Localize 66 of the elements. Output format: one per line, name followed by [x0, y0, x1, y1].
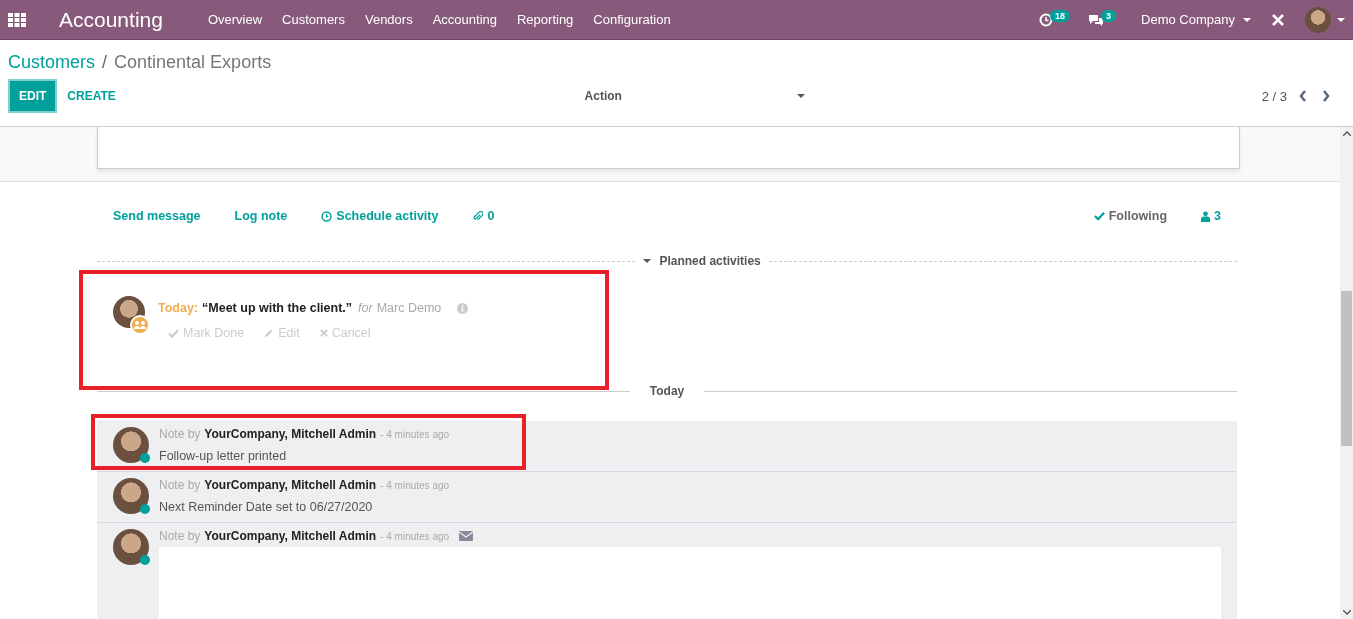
- caret-icon: [796, 94, 805, 98]
- author-avatar: [113, 478, 149, 514]
- action-dropdown[interactable]: Action: [578, 88, 628, 104]
- breadcrumb-separator: /: [102, 52, 108, 73]
- menu-item[interactable]: Vendors: [364, 12, 413, 27]
- scroll-down-icon[interactable]: [1342, 610, 1351, 615]
- scroll-up-icon[interactable]: [1342, 131, 1351, 136]
- app-grid-icon[interactable]: [8, 12, 26, 27]
- schedule-activity-link[interactable]: Schedule activity: [336, 209, 439, 223]
- following-button[interactable]: Following: [1108, 209, 1168, 223]
- menu-item[interactable]: Configuration: [593, 12, 671, 27]
- assignee-name: Marc Demo: [376, 301, 442, 315]
- date-divider-label: Today: [648, 384, 686, 398]
- edit-button[interactable]: EDIT: [8, 79, 58, 113]
- send-message-link[interactable]: Send message: [113, 209, 201, 223]
- envelope-icon: [459, 531, 474, 541]
- author-name: YourCompany, Mitchell Admin: [204, 478, 377, 492]
- previous-icon[interactable]: [1299, 90, 1307, 102]
- menu-item[interactable]: Reporting: [517, 12, 574, 27]
- message-time: - 4 minutes ago: [380, 480, 450, 491]
- people-icon: [130, 315, 150, 335]
- check-icon: [168, 328, 179, 338]
- company-switcher[interactable]: Demo Company: [1141, 12, 1235, 27]
- activity-summary: “Meet up with the client.”: [202, 301, 353, 315]
- close-icon: [319, 329, 328, 337]
- menu-item[interactable]: Accounting: [432, 12, 497, 27]
- author-avatar: [113, 427, 149, 463]
- pencil-icon: [264, 328, 275, 338]
- message-prefix: Note by: [159, 427, 201, 441]
- breadcrumb-current: Continental Exports: [114, 52, 272, 73]
- message-body: Next Reminder Date set to 06/27/2020: [159, 500, 374, 514]
- collapse-caret-icon[interactable]: [643, 259, 652, 263]
- message-time: - 4 minutes ago: [380, 531, 450, 542]
- paperclip-icon: [472, 210, 484, 222]
- scrollbar[interactable]: [1340, 127, 1353, 619]
- message-body: Follow-up letter printed: [159, 449, 288, 463]
- breadcrumb-link[interactable]: Customers: [8, 52, 96, 73]
- for-label: for: [358, 301, 373, 315]
- create-button[interactable]: CREATE: [61, 88, 122, 104]
- message-prefix: Note by: [159, 478, 201, 492]
- person-icon: [1201, 210, 1211, 222]
- chat-icon[interactable]: [1088, 12, 1105, 27]
- pager-counter: 2 / 3: [1261, 88, 1287, 104]
- menu-item[interactable]: Customers: [282, 12, 345, 27]
- due-label: Today:: [158, 301, 199, 315]
- clock-icon[interactable]: [1039, 12, 1054, 27]
- scrollbar-thumb[interactable]: [1341, 291, 1352, 446]
- menu-item[interactable]: Overview: [207, 12, 263, 27]
- author-avatar: [113, 529, 149, 565]
- author-name: YourCompany, Mitchell Admin: [204, 529, 377, 543]
- message-count-badge: 3: [1101, 9, 1117, 22]
- app-title: Accounting: [59, 7, 163, 32]
- caret-icon: [1337, 17, 1345, 22]
- next-icon[interactable]: [1322, 90, 1330, 102]
- activity-count-badge: 18: [1050, 9, 1071, 22]
- check-icon: [1093, 211, 1105, 221]
- message-prefix: Note by: [159, 529, 201, 543]
- attachments-link[interactable]: 0: [487, 209, 495, 223]
- message-time: - 4 minutes ago: [380, 429, 450, 440]
- caret-icon: [1243, 17, 1251, 22]
- author-name: YourCompany, Mitchell Admin: [204, 427, 377, 441]
- user-avatar[interactable]: [1305, 6, 1331, 33]
- section-title: Planned activities: [659, 254, 761, 268]
- followers-button[interactable]: 3: [1214, 209, 1221, 223]
- log-note-link[interactable]: Log note: [234, 209, 288, 223]
- clock-icon: [321, 210, 333, 222]
